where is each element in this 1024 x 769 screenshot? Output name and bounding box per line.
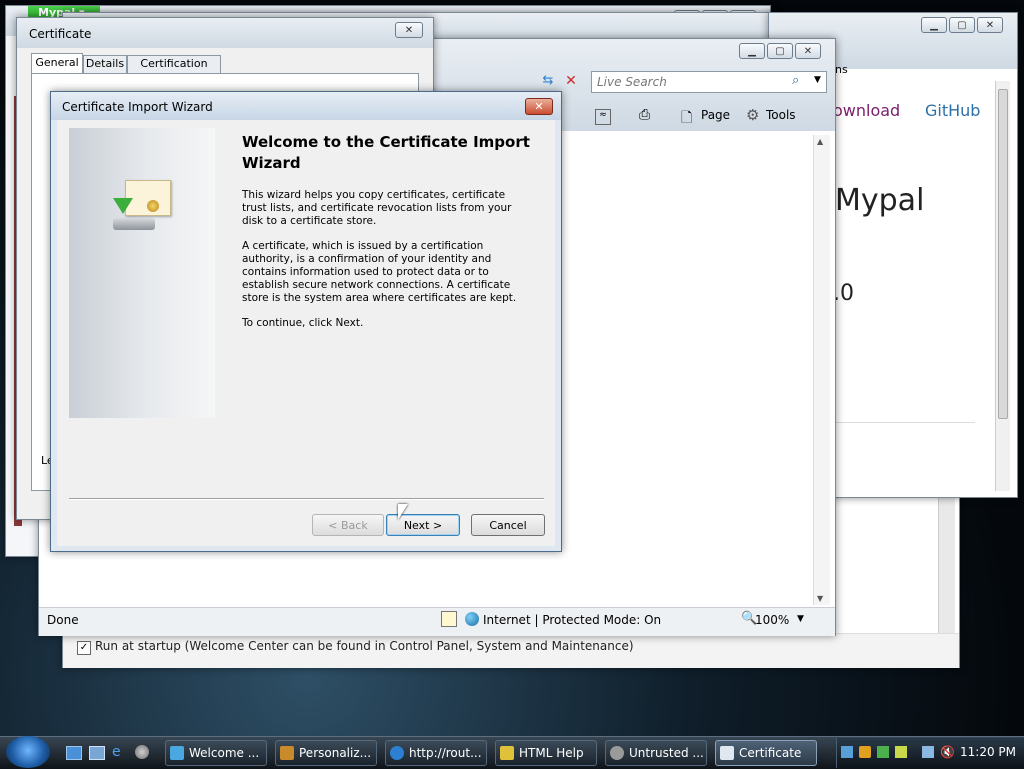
mypal-divider xyxy=(835,422,975,423)
tab-general[interactable]: General xyxy=(31,53,83,74)
search-icon[interactable]: ⌕ xyxy=(792,73,799,88)
show-desktop-icon[interactable] xyxy=(66,746,82,760)
wizard-paragraph-1: This wizard helps you copy certificates,… xyxy=(242,189,512,227)
mypal-heading: Mypal xyxy=(835,183,925,218)
wizard-title: Certificate Import Wizard xyxy=(62,100,213,114)
tray-volume-icon[interactable]: 🔇 xyxy=(940,745,955,759)
taskbar-item-html-help[interactable]: HTML Help xyxy=(495,740,597,766)
taskbar-item-ie[interactable]: http://rout... xyxy=(385,740,487,766)
tools-menu[interactable]: Tools xyxy=(766,108,796,122)
page-menu[interactable]: Page xyxy=(701,108,730,122)
protected-mode-icon xyxy=(441,611,457,627)
minimize-button[interactable]: ▁ xyxy=(921,17,947,33)
tab-details[interactable]: Details xyxy=(83,55,127,75)
tray-windows-icon[interactable] xyxy=(895,746,907,758)
clock[interactable]: 11:20 PM xyxy=(960,745,1016,759)
taskbar-item-welcome[interactable]: Welcome ... xyxy=(165,740,267,766)
download-link[interactable]: ownload xyxy=(833,101,900,120)
zoom-level[interactable]: 100% xyxy=(755,613,789,627)
taskbar-item-certificate[interactable]: Certificate xyxy=(715,740,817,766)
search-box[interactable]: Live Search ⌕ ▼ xyxy=(591,71,827,93)
status-done: Done xyxy=(47,613,79,627)
github-link[interactable]: GitHub xyxy=(925,101,980,120)
wizard-paragraph-3: To continue, click Next. xyxy=(242,317,364,329)
wizard-banner xyxy=(69,128,215,418)
tab-certification-path[interactable]: Certification Path xyxy=(127,55,221,86)
certificate-title: Certificate xyxy=(29,27,92,41)
page-icon[interactable]: 🗋 xyxy=(681,107,692,131)
tray-update-icon[interactable] xyxy=(877,746,889,758)
globe-icon xyxy=(465,612,479,626)
close-button[interactable]: ✕ xyxy=(395,22,423,38)
wizard-paragraph-2: A certificate, which is issued by a cert… xyxy=(242,240,517,304)
ie-vscroll[interactable]: ▲ ▼ xyxy=(813,135,830,605)
feeds-icon[interactable]: ≈ xyxy=(595,109,611,125)
maximize-button[interactable]: ▢ xyxy=(767,43,793,59)
welcome-icon xyxy=(170,746,184,760)
close-button[interactable]: ✕ xyxy=(795,43,821,59)
firefox-icon xyxy=(610,746,624,760)
cancel-button[interactable]: Cancel xyxy=(471,514,545,536)
firefox-scrollbar[interactable] xyxy=(938,493,955,633)
ie-quicklaunch-icon[interactable]: e xyxy=(112,744,121,760)
minimize-button[interactable]: ▁ xyxy=(739,43,765,59)
mypal-scrollbar[interactable] xyxy=(995,81,1010,491)
startup-label: Run at startup (Welcome Center can be fo… xyxy=(95,639,634,653)
certificate-task-icon xyxy=(720,746,734,760)
zoom-dropdown-icon[interactable]: ▼ xyxy=(797,614,804,624)
close-button[interactable]: ✕ xyxy=(977,17,1003,33)
stop-button[interactable]: ✕ xyxy=(562,73,580,91)
gear-icon[interactable]: ⚙ xyxy=(746,106,759,124)
startup-checkbox[interactable]: ✓ xyxy=(77,641,91,655)
menu-fragment: ns xyxy=(835,63,848,76)
search-input[interactable]: Live Search xyxy=(597,75,667,89)
ie-icon xyxy=(390,746,404,760)
back-button[interactable]: < Back xyxy=(312,514,384,536)
mouse-cursor xyxy=(398,504,408,520)
tray-network-icon[interactable] xyxy=(841,746,853,758)
taskbar-item-untrusted[interactable]: Untrusted ... xyxy=(605,740,707,766)
status-zone[interactable]: Internet | Protected Mode: On xyxy=(483,613,661,627)
start-button[interactable] xyxy=(6,736,50,768)
help-icon xyxy=(500,746,514,760)
ie-statusbar xyxy=(39,607,835,636)
tray-display-icon[interactable] xyxy=(922,746,934,758)
wizard-close-button[interactable]: ✕ xyxy=(525,98,553,115)
refresh-button[interactable]: ⇆ xyxy=(539,73,557,91)
tray-security-icon[interactable] xyxy=(859,746,871,758)
switch-windows-icon[interactable] xyxy=(89,746,105,760)
print-icon[interactable]: ⎙ xyxy=(639,107,650,123)
wizard-separator xyxy=(69,498,544,500)
personalize-icon xyxy=(280,746,294,760)
maximize-button[interactable]: ▢ xyxy=(949,17,975,33)
mypal-version: .0 xyxy=(833,281,854,306)
firefox-quicklaunch-icon[interactable] xyxy=(135,745,149,759)
wizard-heading: Welcome to the Certificate Import Wizard xyxy=(242,133,530,172)
import-wizard-window: Certificate Import Wizard ✕ Welcome to t… xyxy=(50,91,562,552)
search-options-icon[interactable]: ▼ xyxy=(814,75,821,85)
certificate-icon xyxy=(113,180,171,230)
taskbar-item-personalize[interactable]: Personaliz... xyxy=(275,740,377,766)
